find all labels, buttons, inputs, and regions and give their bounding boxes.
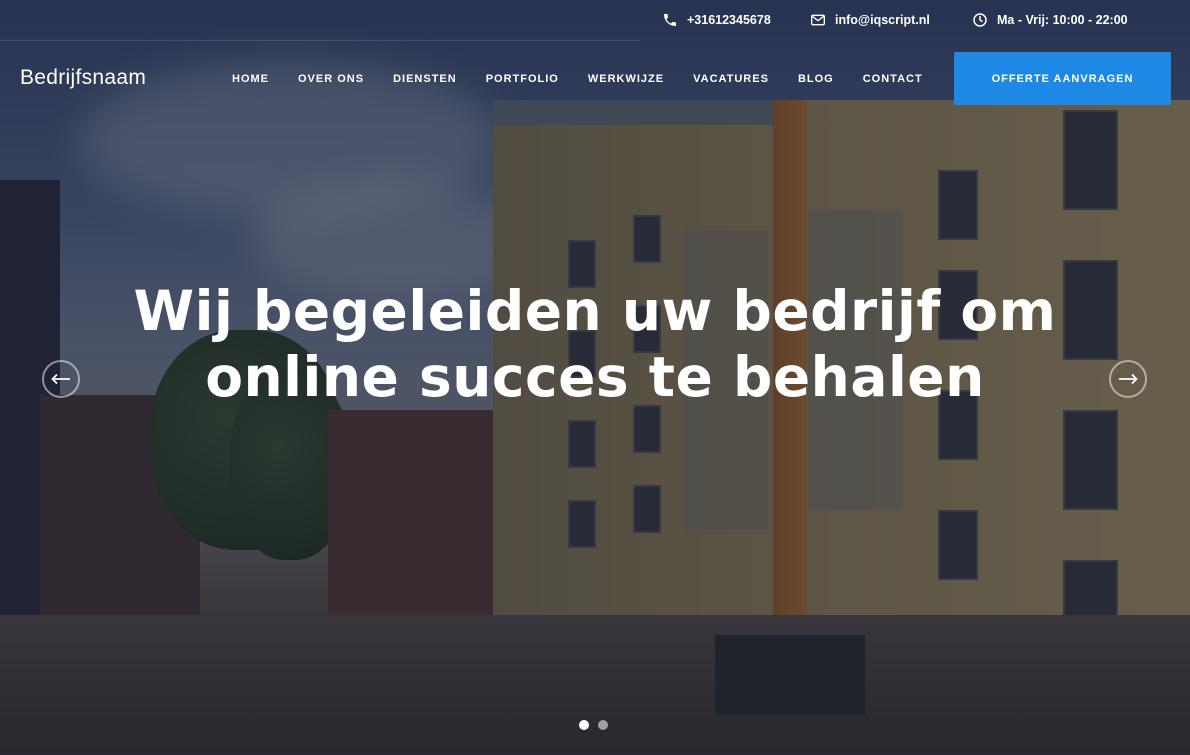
nav-item-werkwijze[interactable]: WERKWIJZE (588, 73, 664, 85)
slider-prev-button[interactable] (42, 360, 80, 398)
arrow-right-icon (1119, 373, 1138, 385)
nav-item-home[interactable]: HOME (232, 73, 269, 85)
hero-heading-line-1: Wij begeleiden uw bedrijf om (133, 279, 1057, 343)
main-navigation: HOME OVER ONS DIENSTEN PORTFOLIO WERKWIJ… (232, 73, 952, 85)
slider-next-button[interactable] (1109, 360, 1147, 398)
hero-heading: Wij begeleiden uw bedrijf om online succ… (0, 278, 1190, 410)
email-address[interactable]: info@iqscript.nl (835, 13, 930, 27)
envelope-icon (811, 14, 825, 26)
top-contact-bar: +31612345678 info@iqscript.nl Ma - Vrij:… (0, 0, 1190, 41)
phone-number[interactable]: +31612345678 (687, 13, 771, 27)
nav-item-contact[interactable]: CONTACT (863, 73, 923, 85)
slider-pagination (579, 720, 608, 730)
brand-logo[interactable]: Bedrijfsnaam (20, 66, 146, 90)
nav-item-portfolio[interactable]: PORTFOLIO (486, 73, 559, 85)
slider-dot-1[interactable] (579, 720, 589, 730)
slider-dot-2[interactable] (598, 720, 608, 730)
opening-hours: Ma - Vrij: 10:00 - 22:00 (972, 12, 1128, 28)
nav-item-diensten[interactable]: DIENSTEN (393, 73, 457, 85)
phone-icon (664, 14, 676, 26)
quote-request-button[interactable]: OFFERTE AANVRAGEN (954, 52, 1171, 105)
topbar-divider (0, 40, 640, 41)
nav-item-blog[interactable]: BLOG (798, 73, 834, 85)
email-contact[interactable]: info@iqscript.nl (810, 12, 930, 28)
nav-item-vacatures[interactable]: VACATURES (693, 73, 769, 85)
clock-icon (973, 13, 987, 27)
phone-contact[interactable]: +31612345678 (662, 12, 771, 28)
hours-text: Ma - Vrij: 10:00 - 22:00 (997, 13, 1128, 27)
arrow-left-icon (51, 373, 70, 385)
hero-heading-line-2: online succes te behalen (205, 345, 985, 409)
nav-item-over-ons[interactable]: OVER ONS (298, 73, 364, 85)
